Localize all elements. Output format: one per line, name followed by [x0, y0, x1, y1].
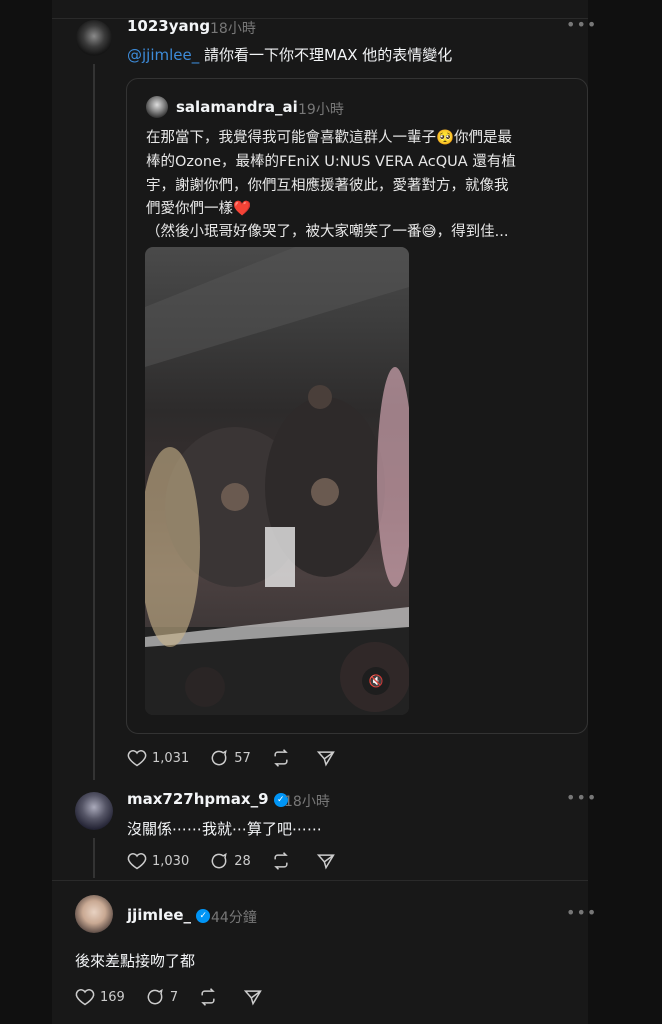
- post-author-name: jjimlee_: [127, 906, 192, 924]
- comment-icon: [147, 988, 163, 1005]
- post-time: 44分鐘: [211, 910, 257, 926]
- send-icon: [243, 990, 262, 1006]
- share-button[interactable]: [316, 851, 341, 871]
- post-text: 沒關係⋯⋯我就⋯算了吧⋯⋯: [127, 820, 323, 838]
- more-icon[interactable]: •••: [566, 788, 597, 807]
- quote-line: 宇，謝謝你們，你們互相應援著彼此，愛著對方，就像我: [146, 178, 509, 194]
- post-text: @jjimlee_ 請你看一下你不理MAX 他的表情變化: [127, 44, 452, 65]
- like-button[interactable]: 1,031: [127, 748, 189, 768]
- post-time: 18小時: [284, 794, 330, 810]
- like-button[interactable]: 1,030: [127, 851, 189, 871]
- quote-line: 們愛你們一樣❤️: [146, 201, 252, 217]
- repost-icon: [201, 988, 215, 1006]
- like-count: 1,031: [152, 750, 190, 766]
- post-text: 後來差點接吻了都: [75, 952, 196, 970]
- share-button[interactable]: [243, 987, 268, 1007]
- action-bar: 1,031 57: [127, 748, 361, 768]
- comment-button[interactable]: 57: [209, 748, 251, 768]
- comment-count: 7: [169, 989, 179, 1005]
- quote-line: 棒的Ozone，最棒的FEniX U:NUS VERA AcQUA 還有植: [146, 154, 516, 170]
- post-divider: [52, 880, 588, 881]
- post-author[interactable]: jjimlee_ ✓: [127, 906, 211, 924]
- like-button[interactable]: 169: [75, 987, 125, 1007]
- like-count: 169: [100, 989, 125, 1005]
- avatar-1023yang[interactable]: [76, 20, 112, 56]
- thread-line: [93, 64, 95, 780]
- repost-button[interactable]: [271, 851, 296, 871]
- action-bar: 169 7: [75, 987, 288, 1007]
- repost-icon: [273, 852, 288, 870]
- repost-icon: [273, 749, 288, 767]
- post-author-name: max727hpmax_9: [127, 790, 269, 808]
- quote-line: 在那當下，我覺得我可能會喜歡這群人一輩子🥺你們是最: [146, 130, 513, 146]
- post-time: 18小時: [210, 21, 256, 37]
- repost-button[interactable]: [198, 987, 223, 1007]
- action-bar: 1,030 28: [127, 851, 361, 871]
- send-icon: [316, 854, 335, 870]
- share-button[interactable]: [316, 748, 341, 768]
- comment-button[interactable]: 28: [209, 851, 251, 871]
- post-author[interactable]: max727hpmax_9 ✓: [127, 790, 288, 808]
- comment-count: 57: [234, 750, 251, 766]
- heart-icon: [127, 853, 147, 870]
- quote-time: 19小時: [298, 102, 344, 118]
- comment-count: 28: [234, 853, 251, 869]
- avatar-max727hpmax_9[interactable]: [75, 792, 113, 830]
- quote-author[interactable]: salamandra_ai: [176, 98, 298, 116]
- send-icon: [316, 751, 335, 767]
- video-player[interactable]: [145, 247, 409, 715]
- verified-icon: ✓: [196, 908, 211, 923]
- repost-button[interactable]: [271, 748, 296, 768]
- heart-icon: [127, 750, 147, 767]
- comment-icon: [211, 749, 227, 766]
- avatar-salamandra[interactable]: [146, 96, 168, 118]
- comment-icon: [211, 852, 227, 869]
- avatar-jjimlee_[interactable]: [75, 895, 113, 933]
- post-author[interactable]: 1023yang: [127, 17, 210, 35]
- post-text-content: 請你看一下你不理MAX 他的表情變化: [199, 46, 453, 64]
- more-icon[interactable]: •••: [566, 903, 597, 922]
- quote-line: （然後小珉哥好像哭了，被大家嘲笑了一番😅，得到佳...: [146, 224, 509, 240]
- thread-line: [93, 838, 95, 878]
- heart-icon: [75, 989, 95, 1006]
- more-icon[interactable]: •••: [566, 15, 597, 34]
- mute-icon[interactable]: 🔇: [362, 667, 390, 695]
- mention-link[interactable]: @jjimlee_: [127, 46, 199, 64]
- video-frame: [145, 247, 409, 715]
- like-count: 1,030: [152, 853, 190, 869]
- comment-button[interactable]: 7: [145, 987, 178, 1007]
